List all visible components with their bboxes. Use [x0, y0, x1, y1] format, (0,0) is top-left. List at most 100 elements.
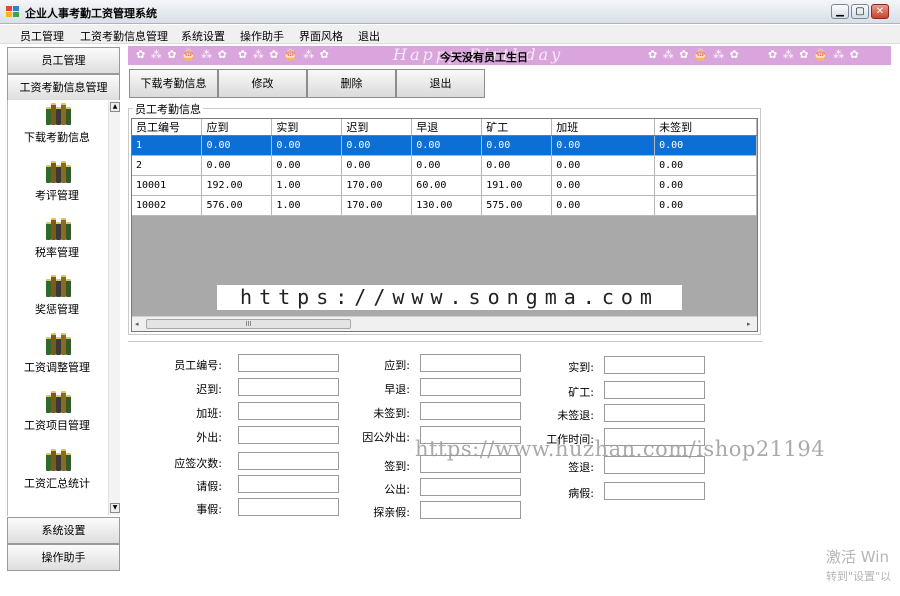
text-field[interactable] — [238, 426, 339, 444]
table-cell[interactable]: 191.00 — [481, 175, 553, 196]
banner-decor: ✿ ⁂ ✿ 🎂 ⁂ ✿ — [238, 48, 330, 61]
nav-salary-button[interactable]: 工资考勤信息管理 — [7, 74, 120, 101]
scroll-right-arrow[interactable]: ▸ — [747, 320, 751, 328]
menu-theme[interactable]: 界面风格 — [299, 28, 343, 44]
watermark-url-2: https://www.huzhan.com/ishop21194 — [415, 437, 826, 461]
table-cell[interactable]: 1 — [132, 135, 203, 156]
text-field[interactable] — [420, 402, 521, 420]
table-cell[interactable]: 1.00 — [271, 175, 343, 196]
column-header[interactable]: 未签到 — [654, 119, 757, 136]
table-cell[interactable]: 575.00 — [481, 195, 553, 216]
table-cell[interactable]: 0.00 — [551, 195, 656, 216]
nav-settings-button[interactable]: 系统设置 — [7, 517, 120, 544]
text-field[interactable] — [238, 498, 339, 516]
maximize-button[interactable]: ▢ — [851, 4, 869, 19]
nav-item[interactable]: 税率管理 — [7, 218, 107, 260]
grid-hscrollbar[interactable]: ◂ III ▸ — [132, 316, 757, 331]
text-field[interactable] — [420, 378, 521, 396]
menu-salary-attendance[interactable]: 工资考勤信息管理 — [80, 28, 168, 44]
table-cell[interactable]: 130.00 — [411, 195, 483, 216]
groupbox-title: 员工考勤信息 — [133, 101, 203, 117]
table-cell[interactable]: 0.00 — [481, 155, 553, 176]
column-header[interactable]: 实到 — [271, 119, 343, 136]
text-field[interactable] — [238, 354, 339, 372]
text-field[interactable] — [420, 354, 521, 372]
text-field[interactable] — [238, 452, 339, 470]
nav-item[interactable]: 工资汇总统计 — [7, 449, 107, 491]
exit-button[interactable]: 退出 — [396, 69, 485, 98]
menu-help[interactable]: 操作助手 — [240, 28, 284, 44]
field-label: 早退: — [384, 383, 410, 396]
nav-employee-button[interactable]: 员工管理 — [7, 47, 120, 74]
table-cell[interactable]: 10002 — [132, 195, 203, 216]
field-label: 外出: — [196, 431, 222, 444]
column-header[interactable]: 应到 — [201, 119, 273, 136]
minimize-button[interactable]: ▁ — [831, 4, 849, 19]
table-cell[interactable]: 0.00 — [341, 155, 413, 176]
nav-scroll-down[interactable]: ▼ — [110, 503, 120, 513]
activation-notice: 激活 Win — [826, 548, 889, 566]
nav-item[interactable]: 工资项目管理 — [7, 391, 107, 433]
field-label: 实到: — [568, 361, 594, 374]
scroll-left-arrow[interactable]: ◂ — [135, 320, 139, 328]
table-cell[interactable]: 10001 — [132, 175, 203, 196]
table-row[interactable]: 10002 576.00 1.00 170.00 130.00 575.00 0.00 0.0… — [132, 195, 757, 216]
nav-item[interactable]: 奖惩管理 — [7, 275, 107, 317]
menu-settings[interactable]: 系统设置 — [181, 28, 225, 44]
table-cell[interactable]: 0.00 — [551, 175, 656, 196]
nav-item[interactable]: 下载考勤信息 — [7, 103, 107, 145]
books-icon — [44, 218, 71, 240]
table-cell[interactable]: 170.00 — [341, 175, 413, 196]
column-header[interactable]: 早退 — [411, 119, 483, 136]
text-field[interactable] — [604, 356, 705, 374]
table-cell[interactable]: 170.00 — [341, 195, 413, 216]
text-field[interactable] — [420, 501, 521, 519]
table-row[interactable]: 2 0.00 0.00 0.00 0.00 0.00 0.00 0.00 — [132, 155, 757, 176]
text-field[interactable] — [604, 381, 705, 399]
nav-item[interactable]: 考评管理 — [7, 161, 107, 203]
column-header[interactable]: 矿工 — [481, 119, 553, 136]
delete-button[interactable]: 删除 — [307, 69, 396, 98]
table-cell[interactable]: 1.00 — [271, 195, 343, 216]
nav-help-button[interactable]: 操作助手 — [7, 544, 120, 571]
text-field[interactable] — [238, 378, 339, 396]
table-cell[interactable]: 0.00 — [551, 135, 656, 156]
table-cell[interactable]: 0.00 — [654, 195, 757, 216]
text-field[interactable] — [238, 402, 339, 420]
table-cell[interactable]: 0.00 — [654, 155, 757, 176]
table-cell[interactable]: 0.00 — [341, 135, 413, 156]
column-header[interactable]: 迟到 — [341, 119, 413, 136]
table-cell[interactable]: 0.00 — [271, 135, 343, 156]
birthday-banner: ✿ ⁂ ✿ 🎂 ⁂ ✿ ✿ ⁂ ✿ 🎂 ⁂ ✿ Happy Birthday ✿… — [128, 46, 891, 65]
table-row[interactable]: 10001 192.00 1.00 170.00 60.00 191.00 0.00 0.00 — [132, 175, 757, 196]
scroll-thumb[interactable]: III — [146, 319, 351, 329]
table-cell[interactable]: 576.00 — [201, 195, 273, 216]
nav-scrollbar[interactable]: ▲ ▼ — [108, 101, 120, 515]
text-field[interactable] — [238, 475, 339, 493]
download-attendance-button[interactable]: 下载考勤信息 — [129, 69, 218, 98]
table-cell[interactable]: 0.00 — [201, 155, 273, 176]
table-cell[interactable]: 192.00 — [201, 175, 273, 196]
table-cell[interactable]: 0.00 — [551, 155, 656, 176]
table-cell[interactable]: 0.00 — [481, 135, 553, 156]
edit-button[interactable]: 修改 — [218, 69, 307, 98]
table-cell[interactable]: 60.00 — [411, 175, 483, 196]
menu-employee[interactable]: 员工管理 — [20, 28, 64, 44]
table-cell[interactable]: 0.00 — [411, 155, 483, 176]
table-cell[interactable]: 0.00 — [201, 135, 273, 156]
menu-exit[interactable]: 退出 — [358, 28, 380, 44]
table-cell[interactable]: 0.00 — [271, 155, 343, 176]
nav-item[interactable]: 工资调整管理 — [7, 333, 107, 375]
table-cell[interactable]: 0.00 — [654, 175, 757, 196]
table-cell[interactable]: 0.00 — [654, 135, 757, 156]
nav-scroll-up[interactable]: ▲ — [110, 102, 120, 112]
table-cell[interactable]: 2 — [132, 155, 203, 176]
column-header[interactable]: 加班 — [551, 119, 656, 136]
close-button[interactable]: ✕ — [871, 4, 889, 19]
table-cell[interactable]: 0.00 — [411, 135, 483, 156]
table-row[interactable]: 1 0.00 0.00 0.00 0.00 0.00 0.00 0.00 — [132, 135, 757, 156]
text-field[interactable] — [604, 482, 705, 500]
text-field[interactable] — [604, 404, 705, 422]
text-field[interactable] — [420, 478, 521, 496]
column-header[interactable]: 员工编号 — [132, 119, 203, 136]
